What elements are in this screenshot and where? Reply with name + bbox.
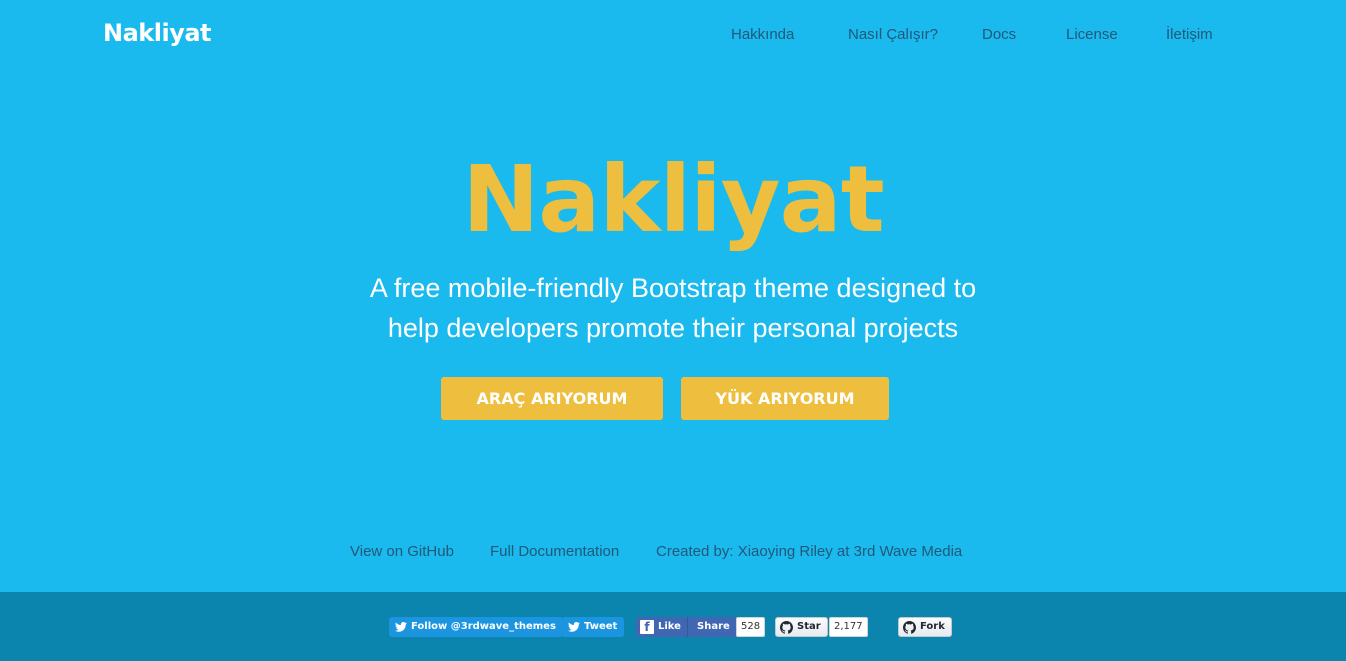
documentation-link[interactable]: Full Documentation — [490, 543, 619, 560]
tweet-label: Tweet — [584, 621, 618, 632]
nav-item-contact[interactable]: İletişim — [1166, 26, 1213, 43]
social-footer: Follow @3rdwave_themes Tweet f Like Shar… — [0, 592, 1346, 661]
nav-item-docs[interactable]: Docs — [982, 26, 1016, 43]
github-fork-label: Fork — [920, 621, 945, 632]
search-load-button[interactable]: YÜK ARIYORUM — [681, 377, 889, 420]
tagline-line-2: help developers promote their personal p… — [387, 313, 959, 343]
hero-title: Nakliyat — [462, 146, 884, 253]
facebook-share-label: Share — [697, 621, 730, 632]
tagline-line-1: A free mobile-friendly Bootstrap theme d… — [369, 273, 977, 303]
github-fork-button[interactable]: Fork — [898, 617, 952, 637]
github-star-label: Star — [797, 621, 821, 632]
twitter-bird-icon — [395, 622, 407, 632]
facebook-icon: f — [640, 620, 654, 634]
facebook-like-button[interactable]: f Like — [636, 617, 687, 637]
twitter-follow-label: Follow @3rdwave_themes — [411, 621, 556, 632]
nav-item-about[interactable]: Hakkında — [731, 26, 794, 43]
facebook-like-label: Like — [658, 621, 681, 632]
nav-item-how-it-works[interactable]: Nasıl Çalışır? — [848, 26, 938, 43]
github-star-button[interactable]: Star — [775, 617, 828, 637]
main-nav: Hakkında Nasıl Çalışır? Docs License İle… — [0, 26, 1346, 46]
facebook-share-button[interactable]: Share — [687, 617, 739, 637]
hero-section: Nakliyat Hakkında Nasıl Çalışır? Docs Li… — [0, 0, 1346, 592]
github-link[interactable]: View on GitHub — [350, 543, 454, 560]
github-icon — [780, 620, 793, 634]
tweet-button[interactable]: Tweet — [562, 617, 625, 637]
twitter-bird-icon — [568, 622, 580, 632]
twitter-follow-button[interactable]: Follow @3rdwave_themes — [389, 617, 563, 637]
credits-link[interactable]: Created by: Xiaoying Riley at 3rd Wave M… — [656, 543, 962, 560]
nav-item-license[interactable]: License — [1066, 26, 1118, 43]
github-icon — [903, 620, 916, 634]
search-vehicle-button[interactable]: ARAÇ ARIYORUM — [441, 377, 663, 420]
facebook-share-count: 528 — [736, 617, 766, 637]
github-star-count: 2,177 — [829, 617, 868, 637]
hero-tagline: A free mobile-friendly Bootstrap theme d… — [323, 268, 1023, 348]
hero-links: View on GitHub Full Documentation Create… — [0, 543, 1346, 563]
